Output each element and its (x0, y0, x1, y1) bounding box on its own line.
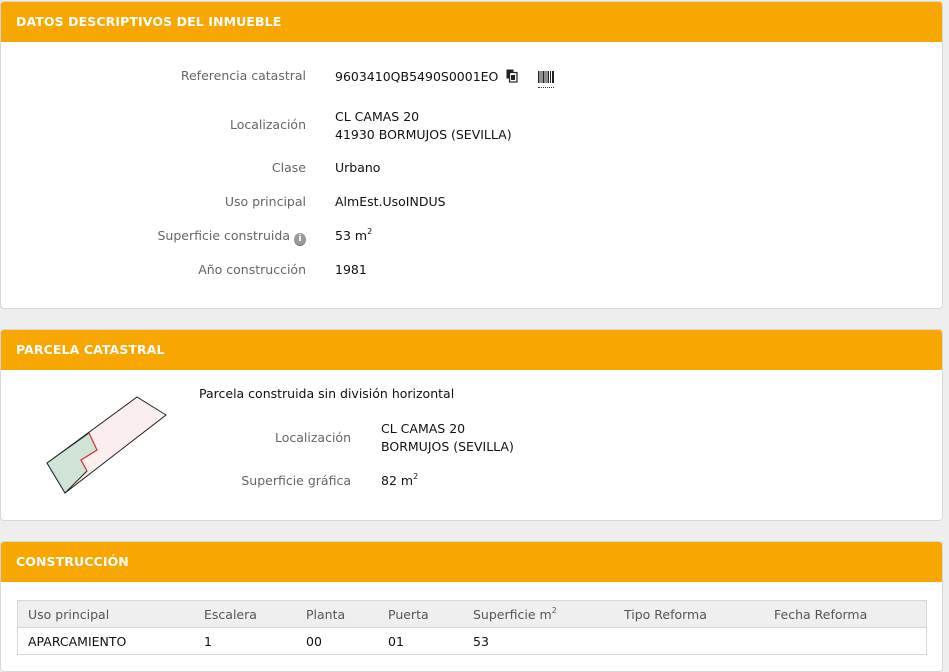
referencia-catastral-label: Referencia catastral (180, 68, 306, 83)
construccion-table-header: Uso principal Escalera Planta Puerta Sup… (17, 600, 927, 628)
superficie-construida-value-wrap: 53 m2 (335, 227, 373, 244)
uso-principal-value: AlmEst.UsoINDUS (335, 194, 446, 209)
cell-tipo-reforma (614, 628, 764, 655)
col-superficie-wrap: Superficie m2 (463, 600, 614, 628)
info-icon[interactable]: i (294, 233, 306, 246)
uso-principal-label: Uso principal (224, 194, 306, 209)
superficie-construida-unit-sup: 2 (367, 227, 373, 236)
col-escalera: Escalera (194, 600, 296, 628)
col-fecha-reforma: Fecha Reforma (764, 600, 927, 628)
referencia-catastral-value: 9603410QB5490S0001EO (335, 69, 499, 84)
construccion-table: Uso principal Escalera Planta Puerta Sup… (17, 600, 927, 655)
superficie-construida-label: Superficie construida (157, 228, 291, 243)
cell-fecha-reforma (764, 628, 927, 655)
superficie-construida-row: Superficie construida i (1, 228, 306, 246)
clase-value: Urbano (335, 160, 381, 175)
table-row: APARCAMIENTO 1 00 01 53 (18, 628, 927, 655)
datos-descriptivos-panel: DATOS DESCRIPTIVOS DEL INMUEBLE Referenc… (0, 1, 943, 309)
col-uso-principal: Uso principal (17, 600, 194, 628)
localizacion-line2: 41930 BORMUJOS (SEVILLA) (335, 127, 512, 142)
copy-icon[interactable] (506, 69, 518, 86)
parcela-localizacion-line1: CL CAMAS 20 (381, 421, 466, 436)
clase-label: Clase (271, 160, 306, 175)
parcela-localizacion-line2: BORMUJOS (SEVILLA) (381, 439, 514, 454)
parcela-localizacion-label: Localización (274, 430, 351, 445)
referencia-catastral-row: 9603410QB5490S0001EO (335, 69, 555, 88)
cell-escalera: 1 (204, 633, 212, 649)
anio-construccion-value: 1981 (335, 262, 367, 277)
parcela-tipo: Parcela construida sin división horizont… (199, 386, 455, 401)
barcode-icon[interactable] (538, 71, 555, 88)
superficie-grafica-label: Superficie gráfica (241, 473, 351, 488)
anio-construccion-label: Año construcción (198, 262, 306, 277)
cell-uso-principal: APARCAMIENTO (28, 633, 127, 649)
cell-superficie: 53 (473, 633, 489, 649)
superficie-grafica-value: 82 m (381, 473, 414, 488)
panel-header-datos-descriptivos: DATOS DESCRIPTIVOS DEL INMUEBLE (1, 2, 942, 42)
construccion-panel: CONSTRUCCIÓN Uso principal Escalera Plan… (0, 541, 943, 672)
localizacion-value: CL CAMAS 20 41930 BORMUJOS (SEVILLA) (335, 108, 512, 144)
superficie-construida-value: 53 m (335, 228, 368, 243)
localizacion-line1: CL CAMAS 20 (335, 109, 420, 124)
col-puerta: Puerta (378, 600, 463, 628)
cell-puerta: 01 (388, 633, 404, 649)
col-planta: Planta (296, 600, 378, 628)
superficie-grafica-unit-sup: 2 (413, 472, 419, 481)
parcela-localizacion-value: CL CAMAS 20 BORMUJOS (SEVILLA) (381, 420, 514, 456)
panel-header-parcela-catastral: PARCELA CATASTRAL (1, 330, 942, 370)
col-superficie: Superficie m (473, 606, 552, 622)
parcela-catastral-panel: PARCELA CATASTRAL Parcela construida sin… (0, 329, 943, 521)
panel-header-construccion: CONSTRUCCIÓN (1, 542, 942, 582)
col-superficie-sup: 2 (551, 605, 557, 615)
col-tipo-reforma: Tipo Reforma (614, 600, 764, 628)
superficie-grafica-value-wrap: 82 m2 (381, 472, 419, 489)
localizacion-label: Localización (229, 117, 306, 132)
cell-planta: 00 (306, 633, 322, 649)
